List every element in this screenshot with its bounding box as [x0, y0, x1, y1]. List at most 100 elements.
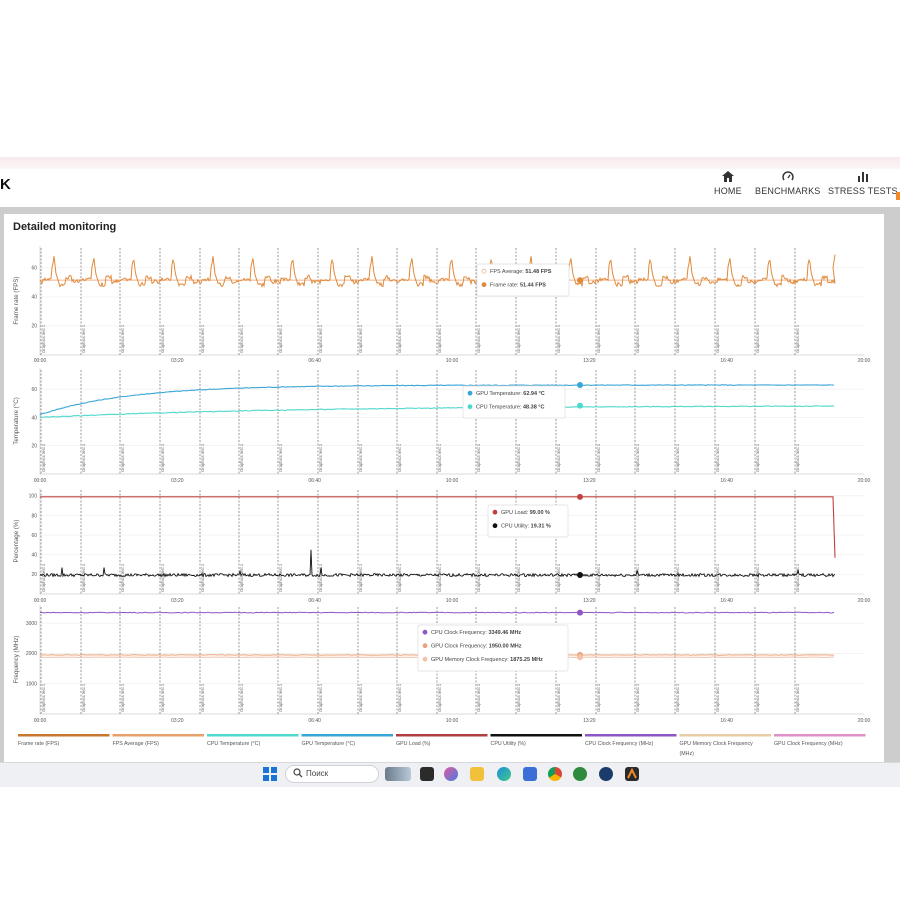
- y-tick-label: 20: [31, 572, 37, 578]
- tooltip-row: CPU Utility: 19.31 %: [501, 524, 551, 530]
- legend-label: (MHz): [680, 751, 695, 757]
- legend-label: Frame rate (FPS): [18, 741, 59, 747]
- legend-item: GPU Memory Clock Frequency (MHz): [679, 734, 771, 757]
- event-marker-label: Graphics test 1: [41, 683, 46, 712]
- tooltip-swatch: [467, 404, 473, 410]
- chart-panel-2: 20 40 60 00:00 03:20 06:40 10:00 13:20 16:40 20:0…: [13, 368, 870, 484]
- hover-point: [577, 609, 583, 616]
- y-tick-label: 100: [29, 494, 38, 500]
- event-marker-label: Graphics test 1: [596, 443, 601, 472]
- y-tick-label: 40: [31, 415, 37, 421]
- x-tick-label: 00:00: [34, 358, 47, 364]
- x-tick-label: 13:20: [583, 478, 596, 484]
- tooltip-swatch: [481, 268, 487, 274]
- event-marker-label: Graphics test 1: [120, 563, 125, 592]
- legend-label: GPU Clock Frequency (MHz): [774, 741, 843, 747]
- hover-point: [577, 493, 583, 500]
- event-marker-label: Graphics test 1: [715, 683, 720, 712]
- event-marker-label: Graphics test 1: [278, 443, 283, 472]
- event-marker-label: Graphics test 1: [397, 683, 402, 712]
- x-tick-label: 16:40: [720, 598, 733, 604]
- legend-swatch: [774, 734, 866, 737]
- legend-swatch: [396, 734, 488, 737]
- x-tick-label: 13:20: [583, 598, 596, 604]
- legend-item: GPU Temperature (°C): [301, 734, 393, 747]
- event-marker-label: Graphics test 1: [239, 563, 244, 592]
- browser-icon[interactable]: [523, 767, 537, 781]
- event-marker-label: Graphics test 1: [675, 443, 680, 472]
- event-marker-label: Graphics test 1: [715, 563, 720, 592]
- event-marker-label: Graphics test 1: [318, 563, 323, 592]
- y-axis-title: Temperature (°C): [13, 397, 20, 445]
- event-marker-label: Graphics test 1: [397, 324, 402, 353]
- event-marker-label: Graphics test 1: [397, 443, 402, 472]
- event-marker-label: Graphics test 1: [635, 324, 640, 353]
- event-marker-label: Graphics test 1: [358, 324, 363, 353]
- tooltip-row: GPU Load: 99.00 %: [501, 510, 550, 516]
- chrome-icon[interactable]: [548, 767, 562, 781]
- tooltip-swatch: [492, 509, 498, 515]
- legend-swatch: [207, 734, 299, 737]
- steam-icon[interactable]: [599, 767, 613, 781]
- windows-start-icon[interactable]: [263, 767, 277, 781]
- tooltip-row: GPU Clock Frequency: 1950.00 MHz: [431, 644, 522, 650]
- x-tick-label: 06:40: [308, 598, 321, 604]
- legend-swatch: [301, 734, 393, 737]
- event-marker-label: Graphics test 1: [278, 324, 283, 353]
- y-axis-title: Percentage (%): [13, 520, 20, 563]
- y-tick-label: 40: [31, 553, 37, 559]
- x-tick-label: 10:00: [446, 358, 459, 364]
- event-marker-label: Graphics test 1: [516, 563, 521, 592]
- event-marker-label: Graphics test 1: [120, 324, 125, 353]
- event-marker-label: Graphics test 1: [795, 324, 800, 353]
- legend-label: GPU Temperature (°C): [302, 741, 356, 747]
- y-tick-label: 80: [31, 513, 37, 519]
- xbox-icon[interactable]: [573, 767, 587, 781]
- task-view-icon[interactable]: [420, 767, 434, 781]
- y-tick-label: 3000: [26, 621, 37, 627]
- event-marker-label: Graphics test 1: [675, 683, 680, 712]
- x-tick-label: 10:00: [446, 718, 459, 724]
- file-explorer-icon[interactable]: [470, 767, 484, 781]
- tooltip-swatch: [422, 629, 428, 635]
- event-marker-label: Graphics test 1: [516, 443, 521, 472]
- event-marker-label: Graphics test 1: [476, 683, 481, 712]
- search-input[interactable]: Поиск: [285, 765, 379, 783]
- copilot-icon[interactable]: [444, 767, 458, 781]
- event-marker-label: Graphics test 1: [160, 443, 165, 472]
- legend-item: GPU Clock Frequency (MHz): [774, 734, 866, 747]
- event-marker-label: Graphics test 1: [160, 563, 165, 592]
- legend-item: FPS Average (FPS): [112, 734, 204, 747]
- event-marker-label: Graphics test 1: [596, 683, 601, 712]
- tooltip-row: FPS Average: 51.48 FPS: [490, 269, 552, 275]
- event-marker-label: Graphics test 1: [239, 324, 244, 353]
- event-marker-label: Graphics test 1: [278, 563, 283, 592]
- event-marker-label: Graphics test 1: [81, 324, 86, 353]
- event-marker-label: Graphics test 1: [556, 324, 561, 353]
- weather-widget-icon[interactable]: [385, 767, 411, 781]
- event-marker-label: Graphics test 1: [81, 563, 86, 592]
- event-marker-label: Graphics test 1: [516, 683, 521, 712]
- event-marker-label: Graphics test 1: [556, 563, 561, 592]
- legend-item: CPU Clock Frequency (MHz): [585, 734, 677, 747]
- event-marker-label: Graphics test 1: [476, 324, 481, 353]
- hover-point: [577, 277, 583, 284]
- event-marker-label: Graphics test 1: [635, 563, 640, 592]
- x-tick-label: 13:20: [583, 718, 596, 724]
- legend-item: GPU Load (%): [396, 734, 488, 747]
- y-tick-label: 20: [31, 444, 37, 450]
- series-line-frame-rate: [39, 254, 836, 289]
- event-marker-label: Graphics test 1: [715, 443, 720, 472]
- series-line-gpu-load: [40, 496, 836, 558]
- event-marker-label: Graphics test 1: [358, 683, 363, 712]
- event-marker-label: Graphics test 1: [160, 683, 165, 712]
- tooltip-swatch: [467, 390, 473, 396]
- edge-icon[interactable]: [497, 767, 511, 781]
- 3dmark-icon[interactable]: [625, 767, 639, 781]
- chart-panel-4: 1000 2000 3000 00:00 03:20 06:40 10:00 13:20 16:…: [13, 605, 870, 724]
- x-tick-label: 06:40: [308, 358, 321, 364]
- x-tick-label: 06:40: [308, 718, 321, 724]
- event-marker-label: Graphics test 1: [81, 443, 86, 472]
- tooltip-swatch: [481, 282, 487, 288]
- event-marker-label: Graphics test 1: [755, 443, 760, 472]
